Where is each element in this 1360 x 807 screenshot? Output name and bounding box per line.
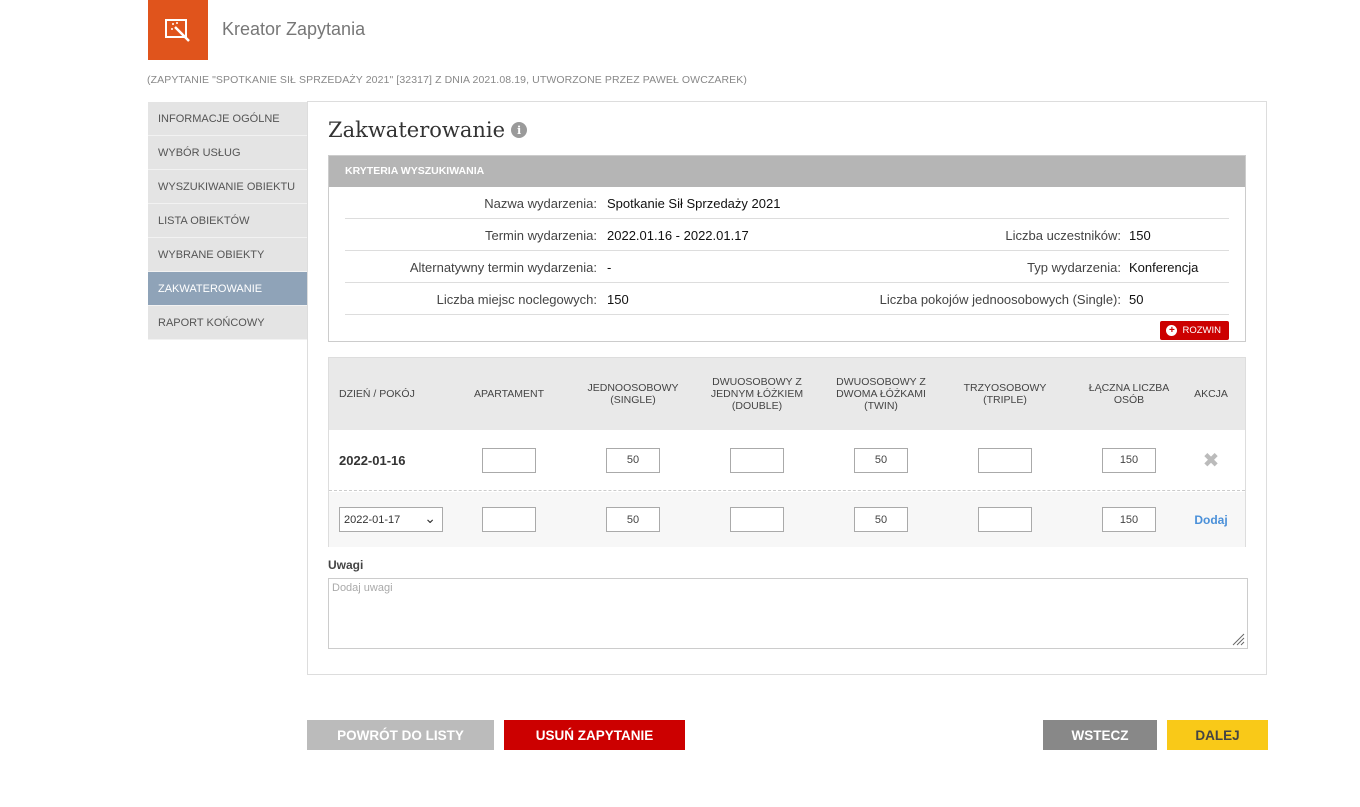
criteria-value: 50: [1129, 292, 1144, 307]
sidebar-item-services[interactable]: WYBÓR USŁUG: [148, 136, 308, 170]
page-title-text: Zakwaterowanie: [328, 118, 506, 142]
sidebar-item-general-info[interactable]: INFORMACJE OGÓLNE: [148, 102, 308, 136]
criteria-value: Spotkanie Sił Sprzedaży 2021: [607, 196, 781, 211]
criteria-value: Konferencja: [1129, 260, 1199, 275]
expand-criteria-label: ROZWIN: [1182, 325, 1221, 336]
criteria-label: Liczba pokojów jednoosobowych (Single):: [879, 292, 1121, 307]
criteria-row: Liczba miejsc noclegowych: 150 Liczba po…: [345, 283, 1229, 315]
main-panel: Zakwaterowanie i KRYTERIA WYSZUKIWANIA N…: [307, 101, 1267, 675]
criteria-row: Alternatywny termin wydarzenia: - Typ wy…: [345, 251, 1229, 283]
criteria-label: Liczba miejsc noclegowych:: [436, 292, 597, 307]
criteria-label: Typ wydarzenia:: [1027, 260, 1121, 275]
apartment-input[interactable]: [482, 507, 536, 532]
plus-circle-icon: +: [1166, 325, 1178, 336]
wizard-sidebar: INFORMACJE OGÓLNE WYBÓR USŁUG WYSZUKIWAN…: [148, 102, 308, 340]
table-row: 2022-01-17 ⌄ Dodaj: [329, 492, 1245, 547]
date-select-value: 2022-01-17: [344, 513, 401, 526]
app-title: Kreator Zapytania: [222, 19, 366, 39]
double-input[interactable]: [730, 507, 784, 532]
total-input[interactable]: [1102, 507, 1156, 532]
rooms-table: DZIEŃ / POKÓJ APARTAMENT JEDNOOSOBOWY (S…: [328, 357, 1246, 547]
double-input[interactable]: [730, 447, 784, 473]
triple-input[interactable]: [978, 447, 1032, 473]
notes-label: Uwagi: [328, 558, 364, 572]
request-subtitle: (ZAPYTANIE "SPOTKANIE SIŁ SPRZEDAŻY 2021…: [147, 74, 747, 86]
notes-textarea[interactable]: Dodaj uwagi: [328, 578, 1248, 649]
previous-button[interactable]: WSTECZ: [1043, 720, 1157, 750]
column-header-single: JEDNOOSOBOWY (SINGLE): [587, 381, 679, 406]
column-header-total: ŁĄCZNA LICZBA OSÓB: [1088, 381, 1170, 406]
criteria-label: Alternatywny termin wydarzenia:: [409, 260, 597, 275]
info-icon[interactable]: i: [511, 122, 528, 138]
triple-input[interactable]: [978, 507, 1032, 532]
sidebar-item-accommodation[interactable]: ZAKWATEROWANIE: [148, 272, 308, 306]
criteria-row: Nazwa wydarzenia: Spotkanie Sił Sprzedaż…: [345, 187, 1229, 219]
row-date: 2022-01-16: [339, 452, 406, 468]
single-input[interactable]: [606, 447, 660, 473]
twin-input[interactable]: [854, 507, 908, 532]
next-button[interactable]: DALEJ: [1167, 720, 1268, 750]
criteria-label: Liczba uczestników:: [1005, 228, 1121, 243]
criteria-value: -: [607, 260, 612, 275]
sidebar-item-venue-list[interactable]: LISTA OBIEKTÓW: [148, 204, 308, 238]
criteria-value: 2022.01.16 - 2022.01.17: [607, 228, 749, 243]
page-title: Zakwaterowanie i: [328, 118, 528, 142]
sidebar-item-final-report[interactable]: RAPORT KOŃCOWY: [148, 306, 308, 340]
sidebar-item-venue-search[interactable]: WYSZUKIWANIE OBIEKTU: [148, 170, 308, 204]
resize-grip-icon[interactable]: [1231, 632, 1245, 646]
remove-row-icon[interactable]: ✖: [1203, 448, 1220, 473]
back-to-list-button[interactable]: POWRÓT DO LISTY: [307, 720, 494, 750]
twin-input[interactable]: [854, 447, 908, 473]
sidebar-item-selected-venues[interactable]: WYBRANE OBIEKTY: [148, 238, 308, 272]
app-logo: [148, 0, 208, 60]
search-criteria-panel: KRYTERIA WYSZUKIWANIA Nazwa wydarzenia: …: [328, 155, 1246, 342]
column-header-double: DWUOSOBOWY Z JEDNYM ŁÓŻKIEM (DOUBLE): [710, 375, 804, 413]
criteria-label: Termin wydarzenia:: [485, 228, 597, 243]
column-header-apartment: APARTAMENT: [473, 387, 544, 400]
magic-wand-icon: [165, 19, 190, 42]
rooms-table-header: DZIEŃ / POKÓJ APARTAMENT JEDNOOSOBOWY (S…: [329, 358, 1245, 430]
criteria-label: Nazwa wydarzenia:: [484, 196, 597, 211]
expand-criteria-button[interactable]: + ROZWIN: [1160, 321, 1229, 340]
notes-placeholder: Dodaj uwagi: [332, 582, 393, 594]
column-header-day: DZIEŃ / POKÓJ: [339, 387, 415, 400]
date-select[interactable]: 2022-01-17 ⌄: [339, 507, 443, 532]
criteria-value: 150: [1129, 228, 1151, 243]
apartment-input[interactable]: [482, 447, 536, 473]
add-row-link[interactable]: Dodaj: [1194, 513, 1227, 527]
table-row: 2022-01-16 ✖: [329, 430, 1245, 491]
criteria-header: KRYTERIA WYSZUKIWANIA: [329, 156, 1245, 187]
column-header-action: AKCJA: [1194, 387, 1228, 400]
criteria-value: 150: [607, 292, 629, 307]
column-header-triple: TRZYOSOBOWY (TRIPLE): [963, 381, 1047, 406]
delete-request-button[interactable]: USUŃ ZAPYTANIE: [504, 720, 685, 750]
column-header-twin: DWUOSOBOWY Z DWOMA ŁÓŻKAMI (TWIN): [836, 375, 926, 413]
total-input[interactable]: [1102, 447, 1156, 473]
criteria-row: Termin wydarzenia: 2022.01.16 - 2022.01.…: [345, 219, 1229, 251]
chevron-down-icon: ⌄: [424, 509, 436, 526]
single-input[interactable]: [606, 507, 660, 532]
